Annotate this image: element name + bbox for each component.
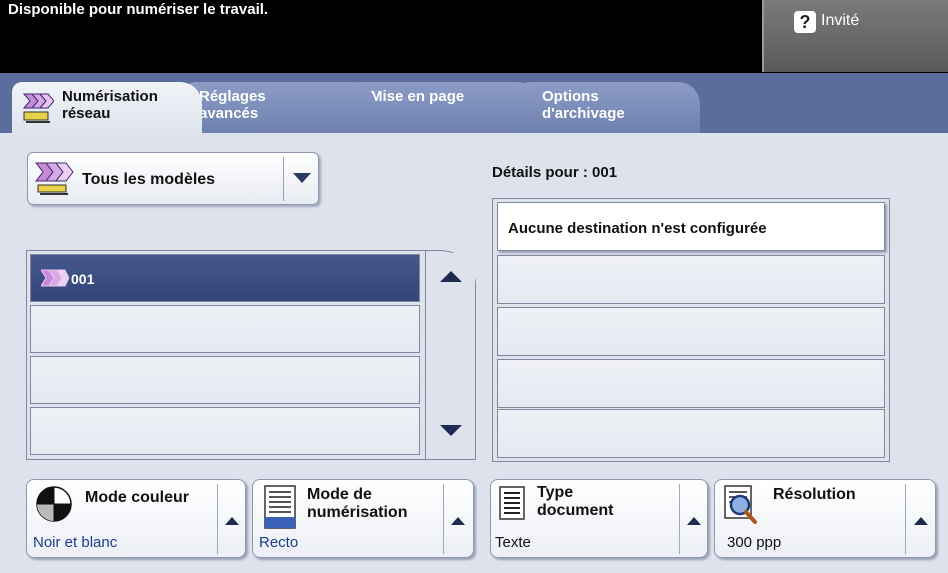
detail-row	[497, 409, 885, 458]
detail-row	[497, 255, 885, 304]
scan-template-icon	[41, 269, 69, 287]
templates-dropdown[interactable]: Tous les modèles	[27, 152, 319, 205]
scroll-up-button[interactable]	[426, 253, 475, 303]
guest-label: Invité	[821, 12, 860, 29]
document-type-title: Type document	[537, 484, 613, 520]
scan-mode-title-line1: Mode de	[307, 486, 372, 503]
color-mode-title: Mode couleur	[85, 489, 190, 506]
tab-network-scan-line1: Numérisation	[62, 88, 158, 105]
arrow-up-icon	[687, 517, 701, 525]
detail-row[interactable]: Aucune destination n'est configurée	[497, 202, 885, 251]
tab-network-scan-line2: réseau	[62, 105, 111, 122]
arrow-up-icon	[914, 517, 928, 525]
document-type-title-line1: Type	[537, 484, 574, 501]
scroll-down-button[interactable]	[426, 407, 475, 457]
resolution-magnifier-icon	[724, 485, 757, 524]
tab-layout-line1: Mise en page	[370, 88, 465, 105]
list-item[interactable]	[30, 356, 420, 404]
status-bar: Disponible pour numériser le travail. ? …	[0, 0, 948, 73]
network-scan-icon	[34, 162, 74, 195]
dropdown-divider	[283, 157, 284, 201]
details-panel: Aucune destination n'est configurée	[492, 198, 890, 462]
status-message: Disponible pour numériser le travail.	[8, 1, 269, 18]
templates-dropdown-label: Tous les modèles	[82, 171, 216, 188]
scan-mode-title: Mode de numérisation	[307, 486, 407, 522]
tab-advanced-settings[interactable]: Réglages avancés	[185, 82, 375, 133]
tab-filing-options[interactable]: Options d'archivage	[520, 82, 700, 133]
list-scrollbar	[425, 251, 475, 459]
arrow-up-icon	[225, 517, 239, 525]
tab-bar: Numérisation réseau Réglages avancés Mis…	[0, 73, 948, 135]
tab-filing-options-line1: Options	[542, 88, 599, 105]
document-type-icon	[499, 486, 525, 520]
scan-mode-value: Recto	[259, 534, 299, 551]
document-type-button[interactable]: Type document Texte	[490, 479, 708, 558]
guest-login-button[interactable]: ? Invité	[762, 0, 948, 72]
tab-advanced-settings-line1: Réglages	[199, 88, 266, 105]
list-item[interactable]: 001	[30, 254, 420, 302]
document-type-title-line2: document	[537, 502, 614, 519]
templates-list: 001	[26, 250, 476, 460]
details-title-prefix: Détails pour :	[492, 164, 593, 181]
arrow-down-icon	[440, 425, 462, 436]
help-question-icon: ?	[794, 11, 816, 33]
list-item[interactable]	[30, 305, 420, 353]
tab-network-scan[interactable]: Numérisation réseau	[12, 82, 202, 135]
scan-mode-title-line2: numérisation	[307, 504, 408, 521]
list-item-label: 001	[71, 271, 95, 287]
button-divider	[905, 484, 906, 554]
color-mode-button[interactable]: Mode couleur Noir et blanc	[26, 479, 246, 558]
arrow-up-icon	[440, 271, 462, 282]
tab-filing-options-line2: d'archivage	[542, 105, 625, 122]
button-divider	[679, 484, 680, 554]
resolution-value: 300 ppp	[727, 534, 782, 551]
chevron-down-icon	[293, 173, 311, 183]
detail-row-label: Aucune destination n'est configurée	[508, 220, 767, 237]
details-title: Détails pour : 001	[492, 164, 617, 181]
document-type-value: Texte	[495, 534, 531, 551]
list-item[interactable]	[30, 407, 420, 455]
button-divider	[217, 484, 218, 554]
resolution-title: Résolution	[773, 486, 856, 503]
detail-row	[497, 307, 885, 356]
scan-mode-icon	[264, 485, 296, 529]
tab-layout[interactable]: Mise en page	[350, 82, 540, 133]
details-title-value: 001	[592, 164, 618, 181]
detail-row	[497, 359, 885, 408]
resolution-button[interactable]: Résolution 300 ppp	[714, 479, 936, 558]
color-mode-icon	[36, 486, 72, 522]
color-mode-value: Noir et blanc	[33, 534, 118, 551]
button-divider	[443, 484, 444, 554]
tab-advanced-settings-line2: avancés	[199, 105, 259, 122]
scan-mode-button[interactable]: Mode de numérisation Recto	[252, 479, 474, 558]
scan-screen: Disponible pour numériser le travail. ? …	[0, 0, 948, 573]
arrow-up-icon	[451, 517, 465, 525]
network-scan-icon	[22, 93, 54, 123]
